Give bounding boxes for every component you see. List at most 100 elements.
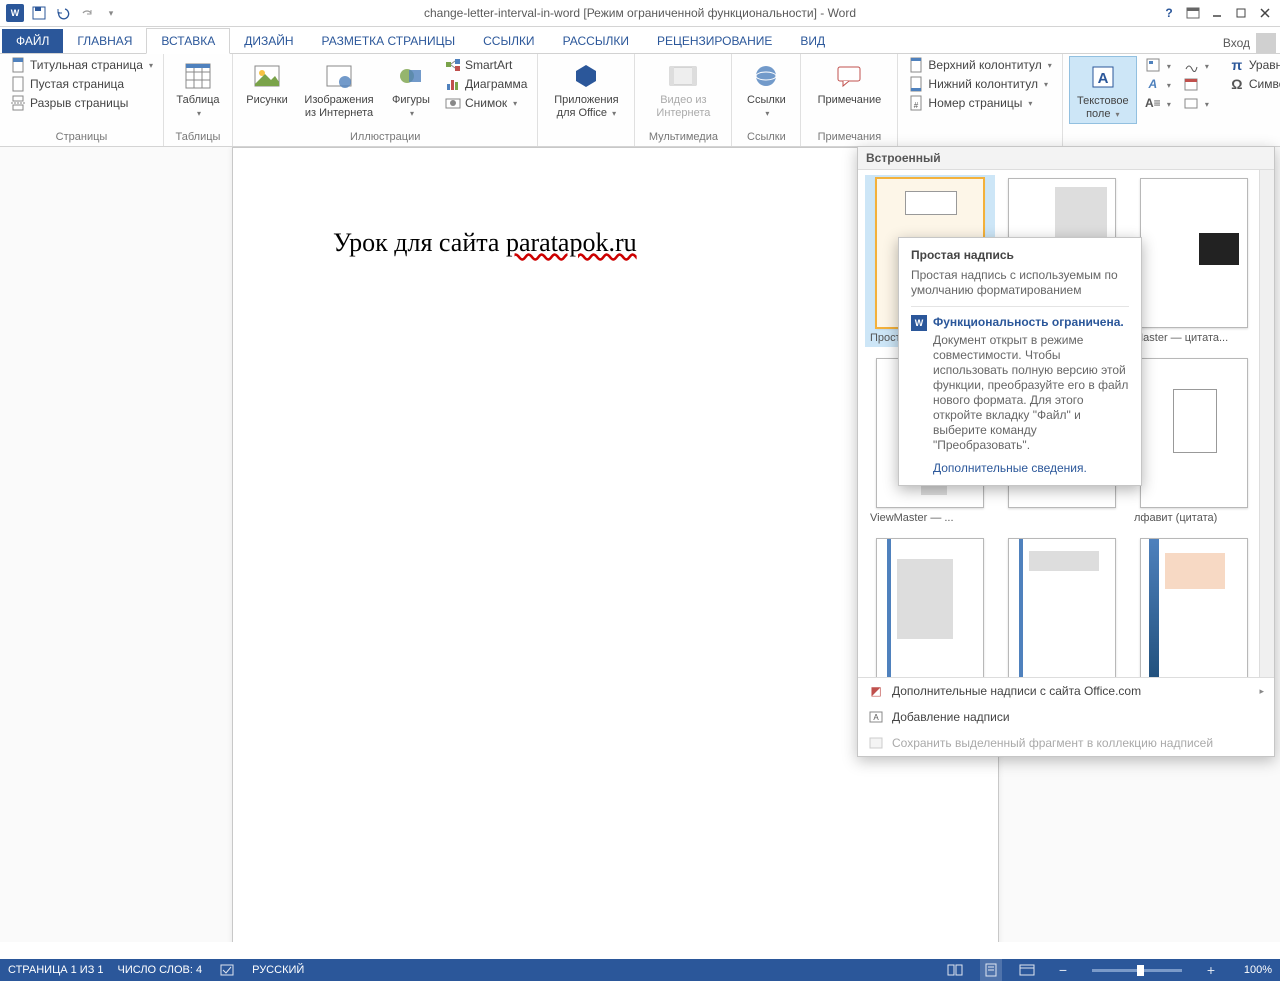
svg-text:A: A: [873, 713, 879, 722]
page-number-button[interactable]: #Номер страницы: [904, 94, 1055, 112]
equation-button[interactable]: πУравнение: [1225, 56, 1280, 74]
online-video-button: Видео из Интернета: [641, 56, 725, 122]
signature-line-button[interactable]: [1179, 56, 1213, 74]
date-time-button[interactable]: [1179, 75, 1213, 93]
maximize-icon[interactable]: [1230, 2, 1252, 24]
page-break-button[interactable]: Разрыв страницы: [6, 94, 157, 112]
chart-button[interactable]: Диаграмма: [441, 75, 531, 93]
links-icon: [750, 60, 782, 92]
tab-references[interactable]: ССЫЛКИ: [469, 29, 548, 53]
gallery-item-8[interactable]: Боковая линия (цитат...: [1000, 538, 1124, 677]
blank-page-button[interactable]: Пустая страница: [6, 75, 157, 93]
gallery-item-3[interactable]: Master — цитата...: [1132, 178, 1256, 344]
equation-icon: π: [1229, 57, 1245, 73]
group-illustrations: Рисунки Изображения из Интернета Фигуры …: [233, 54, 538, 146]
blank-page-icon: [10, 76, 26, 92]
tab-home[interactable]: ГЛАВНАЯ: [63, 29, 146, 53]
group-label-headerfooter: [904, 129, 1055, 146]
pictures-button[interactable]: Рисунки: [239, 56, 295, 109]
group-label-symbols: [1225, 129, 1280, 146]
gallery-more-office[interactable]: ◩Дополнительные надписи с сайта Office.c…: [858, 678, 1274, 704]
status-words[interactable]: ЧИСЛО СЛОВ: 4: [118, 964, 203, 976]
tab-file[interactable]: ФАЙЛ: [2, 29, 63, 53]
group-label-pages: Страницы: [6, 129, 157, 146]
redo-icon[interactable]: [76, 2, 98, 24]
online-pictures-button[interactable]: Изображения из Интернета: [297, 56, 381, 122]
help-icon[interactable]: ?: [1158, 2, 1180, 24]
gallery-footer: ◩Дополнительные надписи с сайта Office.c…: [858, 677, 1274, 756]
undo-icon[interactable]: [52, 2, 74, 24]
gallery-header: Встроенный: [858, 147, 1274, 170]
minimize-icon[interactable]: [1206, 2, 1228, 24]
object-button[interactable]: [1179, 94, 1213, 112]
save-icon[interactable]: [28, 2, 50, 24]
symbol-button[interactable]: ΩСимвол: [1225, 75, 1280, 93]
group-header-footer: Верхний колонтитул Нижний колонтитул #Но…: [898, 54, 1062, 146]
links-button[interactable]: Ссылки: [738, 56, 794, 122]
zoom-level[interactable]: 100%: [1236, 964, 1272, 976]
group-pages: Титульная страница Пустая страница Разры…: [0, 54, 164, 146]
zoom-slider[interactable]: [1092, 969, 1182, 972]
tab-design[interactable]: ДИЗАЙН: [230, 29, 307, 53]
print-layout-icon[interactable]: [980, 959, 1002, 981]
zoom-out-icon[interactable]: −: [1052, 959, 1074, 981]
tab-mailings[interactable]: РАССЫЛКИ: [549, 29, 643, 53]
sign-in[interactable]: Вход: [1223, 33, 1280, 53]
group-symbols: πУравнение ΩСимвол: [1219, 54, 1280, 146]
gallery-item-6[interactable]: лфавит (цитата): [1132, 358, 1256, 524]
save-selection-icon: [868, 735, 884, 751]
svg-text:A: A: [1097, 70, 1108, 87]
status-language[interactable]: РУССКИЙ: [252, 964, 304, 976]
group-media: Видео из Интернета Мультимедиа: [635, 54, 732, 146]
read-mode-icon[interactable]: [944, 959, 966, 981]
document-text[interactable]: Урок для сайта paratapok.ru: [333, 228, 637, 258]
smartart-icon: [445, 57, 461, 73]
screenshot-button[interactable]: Снимок: [441, 94, 531, 112]
header-icon: [908, 57, 924, 73]
drop-cap-button[interactable]: A≡: [1141, 94, 1175, 112]
warn-icon: W: [911, 315, 927, 331]
close-icon[interactable]: [1254, 2, 1276, 24]
smartart-button[interactable]: SmartArt: [441, 56, 531, 74]
group-label-comments: Примечания: [807, 129, 891, 146]
group-text: AТекстовое поле A A≡: [1063, 54, 1219, 146]
office-apps-button[interactable]: Приложения для Office: [544, 56, 628, 122]
web-layout-icon[interactable]: [1016, 959, 1038, 981]
tab-review[interactable]: РЕЦЕНЗИРОВАНИЕ: [643, 29, 786, 53]
ribbon-tabs: ФАЙЛ ГЛАВНАЯ ВСТАВКА ДИЗАЙН РАЗМЕТКА СТР…: [0, 27, 1280, 54]
wordart-button[interactable]: A: [1141, 75, 1175, 93]
zoom-in-icon[interactable]: +: [1200, 959, 1222, 981]
status-page[interactable]: СТРАНИЦА 1 ИЗ 1: [8, 964, 104, 976]
gallery-item-7[interactable]: Боковая линия (боков...: [868, 538, 992, 677]
tab-layout[interactable]: РАЗМЕТКА СТРАНИЦЫ: [308, 29, 470, 53]
tab-view[interactable]: ВИД: [786, 29, 839, 53]
ribbon-display-icon[interactable]: [1182, 2, 1204, 24]
tooltip-title: Простая надпись: [911, 248, 1129, 262]
signature-icon: [1183, 57, 1199, 73]
cover-page-button[interactable]: Титульная страница: [6, 56, 157, 74]
tooltip-more-link[interactable]: Дополнительные сведения.: [933, 461, 1087, 475]
gallery-item-9[interactable]: Боковая панель "Асп...: [1132, 538, 1256, 677]
gallery-scrollbar[interactable]: [1259, 170, 1274, 677]
pictures-icon: [251, 60, 283, 92]
comment-button[interactable]: Примечание: [807, 56, 891, 109]
office-apps-icon: [570, 60, 602, 92]
ribbon: Титульная страница Пустая страница Разры…: [0, 54, 1280, 147]
group-comments: Примечание Примечания: [801, 54, 898, 146]
shapes-button[interactable]: Фигуры: [383, 56, 439, 122]
title-bar: W ▾ change-letter-interval-in-word [Режи…: [0, 0, 1280, 27]
proofing-icon[interactable]: [216, 959, 238, 981]
group-links: Ссылки Ссылки: [732, 54, 801, 146]
table-button[interactable]: Таблица: [170, 56, 226, 122]
cover-page-icon: [10, 57, 26, 73]
tab-insert[interactable]: ВСТАВКА: [146, 28, 230, 54]
footer-button[interactable]: Нижний колонтитул: [904, 75, 1055, 93]
symbol-icon: Ω: [1229, 76, 1245, 92]
gallery-draw-textbox[interactable]: AДобавление надписи: [858, 704, 1274, 730]
object-icon: [1183, 95, 1199, 111]
group-tables: Таблица Таблицы: [164, 54, 233, 146]
quick-parts-button[interactable]: [1141, 56, 1175, 74]
qat-customize-icon[interactable]: ▾: [100, 2, 122, 24]
header-button[interactable]: Верхний колонтитул: [904, 56, 1055, 74]
text-box-button[interactable]: AТекстовое поле: [1069, 56, 1137, 124]
